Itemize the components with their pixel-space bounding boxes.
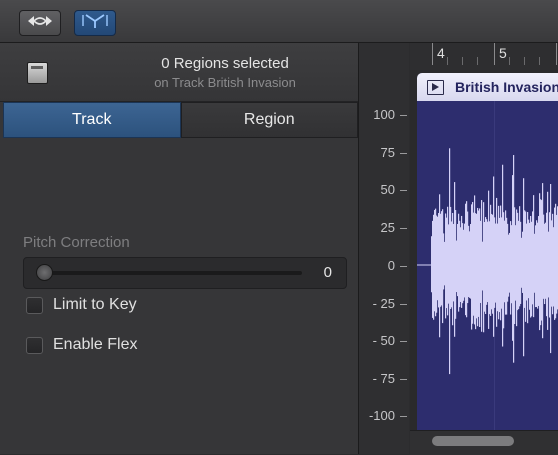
toolbar bbox=[0, 0, 558, 43]
scale-tick bbox=[400, 228, 407, 229]
limit-to-key-label[interactable]: Limit to Key bbox=[53, 296, 137, 314]
limit-to-key-row[interactable]: Limit to Key bbox=[26, 296, 137, 314]
scale-label: - 50 bbox=[372, 333, 395, 348]
scale-tick bbox=[400, 379, 407, 380]
horizontal-scrollbar[interactable] bbox=[410, 430, 558, 455]
pitch-correction-control: 0 bbox=[23, 257, 347, 289]
pitch-correction-slider-track[interactable] bbox=[40, 271, 302, 275]
track-area[interactable]: British Invasion bbox=[410, 70, 558, 430]
ruler-bar-line bbox=[556, 43, 557, 65]
scale-tick bbox=[400, 115, 407, 116]
audio-region[interactable]: British Invasion bbox=[417, 73, 558, 430]
region-play-icon[interactable] bbox=[427, 80, 444, 95]
ruler-beat-tick bbox=[509, 57, 510, 65]
amplitude-scale bbox=[359, 43, 409, 454]
scale-label: - 25 bbox=[372, 296, 395, 311]
scale-tick bbox=[400, 190, 407, 191]
scale-label: 0 bbox=[387, 258, 395, 273]
pitch-correction-label: Pitch Correction bbox=[23, 234, 130, 251]
tab-region[interactable]: Region bbox=[180, 102, 358, 138]
scale-tick bbox=[400, 341, 407, 342]
ruler-beat-tick bbox=[524, 57, 525, 65]
ruler-bar-line bbox=[494, 43, 495, 65]
selection-subtitle: on Track British Invasion bbox=[154, 75, 296, 90]
scale-tick bbox=[400, 266, 407, 267]
region-header[interactable]: British Invasion bbox=[417, 73, 558, 101]
enable-flex-row[interactable]: Enable Flex bbox=[26, 336, 138, 354]
scale-tick bbox=[400, 153, 407, 154]
scrollbar-knob[interactable] bbox=[432, 436, 514, 446]
pitch-correction-icon bbox=[81, 13, 109, 34]
enable-flex-label[interactable]: Enable Flex bbox=[53, 336, 138, 354]
scale-label: -100 bbox=[368, 408, 395, 423]
flex-button[interactable] bbox=[19, 10, 61, 36]
scale-label: 50 bbox=[380, 182, 395, 197]
audio-waveform bbox=[417, 148, 558, 375]
enable-flex-checkbox[interactable] bbox=[26, 336, 43, 354]
scale-tick bbox=[400, 304, 407, 305]
ruler-beat-tick bbox=[447, 57, 448, 65]
flex-icon bbox=[26, 14, 54, 33]
selection-title: 0 Regions selected bbox=[161, 55, 289, 72]
region-name: British Invasion bbox=[455, 79, 558, 95]
scale-label: 25 bbox=[380, 220, 395, 235]
tab-track[interactable]: Track bbox=[3, 102, 181, 138]
inspector-tabs: Track Region bbox=[3, 102, 358, 138]
scale-label: 75 bbox=[380, 145, 395, 160]
inspector-panel: 0 Regions selected on Track British Inva… bbox=[0, 43, 358, 454]
pitch-correction-value: 0 bbox=[323, 264, 332, 281]
pitch-correction-button[interactable] bbox=[74, 10, 116, 36]
scale-label: - 75 bbox=[372, 371, 395, 386]
ruler-beat-tick bbox=[462, 57, 463, 65]
ruler-beat-tick bbox=[539, 57, 540, 65]
ruler-bar-number: 5 bbox=[499, 45, 507, 61]
bar-ruler[interactable]: 4 5 bbox=[410, 43, 558, 70]
ruler-bar-line bbox=[432, 43, 433, 65]
limit-to-key-checkbox[interactable] bbox=[26, 296, 43, 314]
scale-label: 100 bbox=[373, 107, 395, 122]
ruler-beat-tick bbox=[477, 57, 478, 65]
pitch-correction-slider-thumb[interactable] bbox=[36, 264, 53, 281]
scale-tick bbox=[400, 416, 407, 417]
ruler-bar-number: 4 bbox=[437, 45, 445, 61]
inspector-header: 0 Regions selected on Track British Inva… bbox=[0, 43, 358, 102]
region-document-icon bbox=[27, 62, 48, 84]
